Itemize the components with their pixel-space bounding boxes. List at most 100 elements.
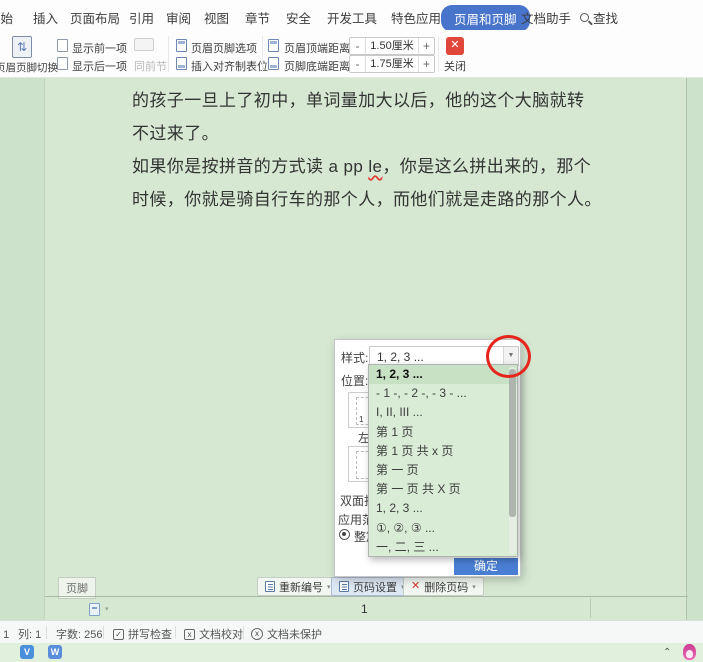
menu-tab-reference[interactable]: 引用	[129, 8, 154, 27]
menu-tab-dev-tools[interactable]: 开发工具	[327, 8, 377, 27]
menu-tab-insert[interactable]: 插入	[33, 8, 58, 27]
menu-tab-section[interactable]: 章节	[245, 8, 270, 27]
doc-protection-button[interactable]: x 文档未保护	[251, 626, 322, 642]
dropdown-option[interactable]: 第 一 页 共 X 页	[369, 480, 517, 499]
text-line: 时候，你就是骑自行车的那个人，而他们就是走路的那个人。	[132, 190, 602, 209]
status-word-count[interactable]: 字数: 256	[56, 626, 102, 642]
style-dropdown-list: 1, 2, 3 ... - 1 -, - 2 -, - 3 - ... I, I…	[368, 364, 518, 557]
taskbar-app-icon[interactable]: W	[48, 645, 62, 659]
doc-proof-button[interactable]: x 文档校对	[184, 626, 243, 642]
delete-x-icon: ✕	[411, 580, 421, 592]
header-distance-icon	[268, 39, 279, 52]
menu-tab-security[interactable]: 安全	[286, 8, 311, 27]
menu-tab-doc-assistant[interactable]: 文档助手	[521, 8, 571, 27]
status-separator	[103, 626, 104, 639]
renumber-icon	[265, 581, 275, 592]
hf-options-label: 页眉页脚选项	[191, 43, 257, 55]
chevron-down-icon: ▾	[327, 583, 331, 591]
same-section-icon	[134, 38, 154, 51]
dropdown-option[interactable]: 一, 二, 三 ...	[369, 538, 517, 557]
footer-distance-icon	[268, 57, 279, 70]
page-setup-label: 页码设置	[353, 581, 397, 594]
position-label: 位置:	[341, 374, 369, 388]
dropdown-option[interactable]: 第 一 页	[369, 461, 517, 480]
chevron-down-icon: ▾	[472, 583, 476, 591]
menu-tab-home[interactable]: 开始	[0, 8, 13, 27]
menu-tab-review[interactable]: 审阅	[166, 8, 191, 27]
toolbar-separator	[262, 36, 263, 72]
menu-tab-view[interactable]: 视图	[204, 8, 229, 27]
footer-distance-stepper: - 1.75厘米 +	[349, 55, 435, 73]
dropdown-option[interactable]: 第 1 页 共 x 页	[369, 442, 517, 461]
text-line: 如果你是按拼音的方式读 a pp le，你是这么拼出来的，那个	[132, 157, 592, 176]
delete-label: 删除页码	[424, 581, 469, 594]
dropdown-option[interactable]: I, II, III ...	[369, 403, 517, 422]
page-setup-icon	[339, 581, 349, 592]
text-line: 的孩子一旦上了初中，单词量加大以后，他的这个大脑就转	[132, 91, 585, 110]
footer-distance-plus-button[interactable]: +	[418, 56, 434, 72]
renumber-label: 重新编号	[279, 581, 323, 594]
page-next-icon	[57, 57, 68, 70]
header-distance-label: 页眉顶端距离:	[284, 43, 354, 55]
menu-tab-featured-apps[interactable]: 特色应用	[391, 8, 441, 27]
switch-label: 页眉页脚切换	[0, 62, 58, 74]
renumber-button[interactable]: 重新编号 ▾	[257, 577, 339, 596]
header-footer-switch-icon: ⇅	[12, 36, 32, 58]
taskbar: V W ⌃	[0, 643, 703, 662]
style-value: 1, 2, 3 ...	[377, 350, 424, 364]
insert-tab-icon	[176, 57, 187, 70]
doc-proof-icon: x	[184, 628, 195, 640]
scrollbar-thumb[interactable]	[509, 369, 516, 517]
status-bar: 行: 1 列: 1 字数: 256 ✓ 拼写检查 x 文档校对 x 文档未保护	[0, 620, 703, 643]
tray-expand-icon[interactable]: ⌃	[663, 647, 671, 658]
protection-icon: x	[251, 628, 263, 640]
menu-tab-header-footer-active[interactable]: 页眉和页脚	[441, 5, 530, 32]
spell-check-icon: ✓	[113, 628, 124, 640]
same-section-label: 同前节	[134, 61, 167, 73]
status-column: 列: 1	[18, 629, 42, 641]
footer-distance-value[interactable]: 1.75厘米	[366, 56, 418, 72]
doc-proof-label: 文档校对	[199, 629, 243, 641]
footer-distance-minus-button[interactable]: -	[350, 56, 366, 72]
footer-margin-mark	[590, 598, 591, 618]
footer-page-number[interactable]: 1	[361, 602, 368, 616]
taskbar-app-icon[interactable]: V	[20, 645, 34, 659]
close-button[interactable]: ✕	[446, 37, 464, 55]
ok-button[interactable]: 确定	[454, 558, 518, 575]
header-distance-value[interactable]: 1.50厘米	[366, 38, 418, 54]
page-number-settings-button[interactable]: 页码设置 ▾	[331, 577, 413, 596]
header-distance-minus-button[interactable]: -	[350, 38, 366, 54]
menu-bar: 开始 插入 页面布局 引用 审阅 视图 章节 安全 开发工具 特色应用 页眉和页…	[0, 0, 703, 32]
spellcheck-underline: le	[368, 157, 383, 176]
show-next-label: 显示后一项	[72, 61, 127, 73]
header-distance-plus-button[interactable]: +	[418, 38, 434, 54]
apply-whole-doc-radio[interactable]	[339, 529, 350, 540]
spell-check-label: 拼写检查	[128, 629, 172, 641]
footer-boundary-line	[45, 596, 688, 597]
find-label: 查找	[593, 12, 619, 26]
annotation-circle	[486, 335, 531, 378]
status-separator	[46, 626, 47, 639]
document-text[interactable]: 的孩子一旦上了初中，单词量加大以后，他的这个大脑就转 不过来了。 如果你是按拼音…	[132, 84, 602, 216]
insert-tab-label: 插入对齐制表位	[191, 61, 268, 73]
dropdown-option[interactable]: 第 1 页	[369, 423, 517, 442]
show-prev-label: 显示前一项	[72, 43, 127, 55]
status-line: 行: 1	[0, 629, 10, 641]
menu-find[interactable]: 查找	[580, 8, 618, 27]
toolbar-separator	[168, 36, 169, 72]
header-distance-stepper: - 1.50厘米 +	[349, 37, 435, 55]
wps-window: 开始 插入 页面布局 引用 审阅 视图 章节 安全 开发工具 特色应用 页眉和页…	[0, 0, 703, 662]
close-label: 关闭	[444, 61, 466, 73]
dropdown-scrollbar[interactable]	[509, 367, 516, 554]
dropdown-option[interactable]: ①, ②, ③ ...	[369, 519, 517, 538]
spell-check-button[interactable]: ✓ 拼写检查	[113, 626, 172, 642]
penguin-tray-icon[interactable]	[683, 644, 696, 660]
dropdown-option[interactable]: - 1 -, - 2 -, - 3 - ...	[369, 384, 517, 403]
page-options-icon[interactable]	[89, 603, 100, 616]
page-prev-icon	[57, 39, 68, 52]
menu-tab-page-layout[interactable]: 页面布局	[70, 8, 120, 27]
status-separator	[243, 626, 244, 639]
delete-page-number-button[interactable]: ✕ 删除页码 ▾	[403, 577, 484, 596]
dropdown-option[interactable]: 1, 2, 3 ...	[369, 499, 517, 518]
hf-options-icon	[176, 39, 187, 52]
